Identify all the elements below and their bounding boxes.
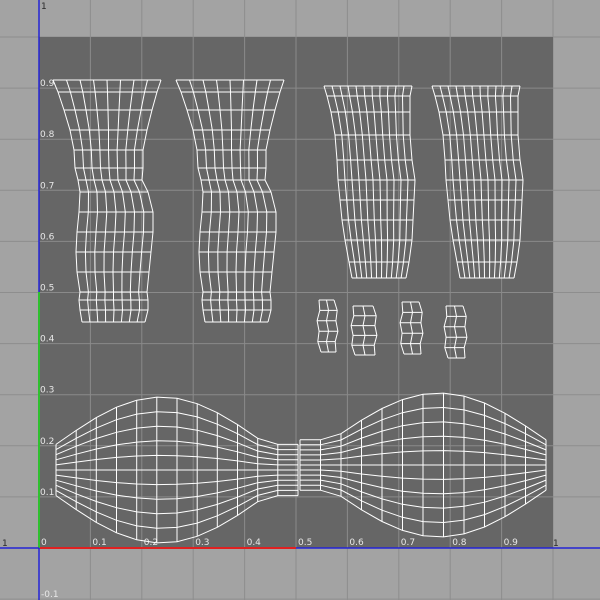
v-tick-label: 0.9 <box>40 79 55 89</box>
uv-viewport[interactable]: 0 0.1 0.2 0.3 0.4 0.5 0.6 0.7 0.8 0.90.10.20.30.4… <box>0 0 600 600</box>
u-tick-label: 0.6 <box>349 538 364 548</box>
uv-texture-editor[interactable]: 0 0.1 0.2 0.3 0.4 0.5 0.6 0.7 0.8 0.9 0.1 0.2 0.3 0.4… <box>0 0 600 600</box>
below-origin-label: -0.1 <box>41 590 59 600</box>
v-tick-label: 0.1 <box>40 488 54 498</box>
u-tick-label: 0.4 <box>247 538 262 548</box>
u-tick-label: 0.3 <box>195 538 209 548</box>
u-tick-label: 0.7 <box>401 538 415 548</box>
u-tick-label: 0.5 <box>298 538 312 548</box>
corner-top-label: 1 <box>41 2 47 12</box>
v-tick-label: 0.4 <box>40 335 55 345</box>
u-tick-label: 0.9 <box>504 538 519 548</box>
v-tick-label: 0.7 <box>40 181 54 191</box>
v-tick-label: 0.8 <box>40 130 55 140</box>
u-tick-label: 0.8 <box>452 538 467 548</box>
v-tick-label: 0.6 <box>40 232 55 242</box>
corner-right-label: 1 <box>553 539 559 549</box>
u-tick-label: 0 <box>41 538 47 548</box>
corner-left-label: 1 <box>2 539 8 549</box>
v-tick-label: 0.2 <box>40 437 54 447</box>
v-tick-label: 0.3 <box>40 386 54 396</box>
v-tick-label: 0.5 <box>40 284 54 294</box>
u-tick-label: 0.1 <box>92 538 106 548</box>
